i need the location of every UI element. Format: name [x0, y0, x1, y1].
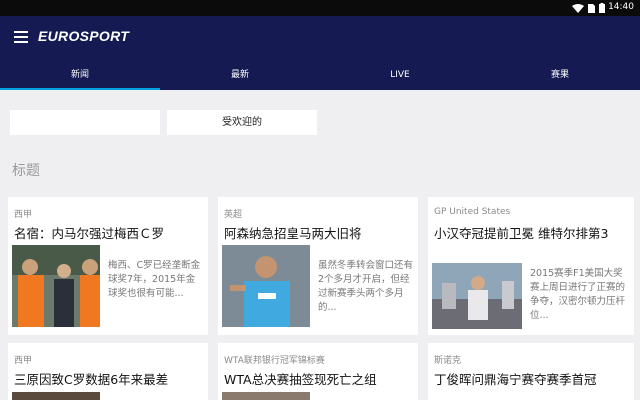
card-category: WTA联邦银行冠军锦标赛: [224, 356, 325, 366]
card-thumbnail[interactable]: [12, 392, 100, 400]
tab-latest[interactable]: 最新: [160, 68, 320, 90]
app-logo: EUROSPORT: [38, 28, 130, 44]
card-thumbnail[interactable]: [222, 392, 310, 400]
card-title[interactable]: 阿森纳急招皇马两大旧将: [224, 225, 412, 242]
card-title[interactable]: WTA总决赛抽签现死亡之组: [224, 371, 412, 388]
card-category: 西甲: [14, 356, 33, 366]
card-title[interactable]: 名宿：内马尔强过梅西Ｃ罗: [14, 225, 202, 242]
card-title[interactable]: 丁俊晖问鼎海宁赛夺赛季首冠: [434, 371, 622, 388]
card-category: GP United States: [434, 207, 511, 217]
news-card[interactable]: 英超 阿森纳急招皇马两大旧将 虽然冬季转会窗口还有2个多月才开启，但经过新赛季头…: [218, 197, 418, 335]
card-snippet: 虽然冬季转会窗口还有2个多月才开启，但经过新赛季头两个多月的...: [318, 260, 414, 313]
card-thumbnail[interactable]: [432, 263, 522, 329]
filter-select-1[interactable]: [10, 110, 160, 135]
card-category: 西甲: [14, 210, 33, 220]
card-snippet: 2015赛季F1美国大奖赛上周日进行了正赛的争夺，汉密尔顿力压杆位...: [530, 268, 626, 321]
tab-results[interactable]: 赛果: [480, 68, 640, 90]
tab-news[interactable]: 新闻: [0, 68, 160, 90]
card-title[interactable]: 三原因致C罗数据6年来最差: [14, 371, 202, 388]
card-category: 斯诺克: [434, 356, 462, 366]
news-card[interactable]: WTA联邦银行冠军锦标赛 WTA总决赛抽签现死亡之组: [218, 343, 418, 400]
section-title: 标题: [12, 163, 40, 179]
news-card[interactable]: 西甲 三原因致C罗数据6年来最差: [8, 343, 208, 400]
battery-icon: [599, 3, 605, 13]
status-bar: 14:40: [0, 0, 640, 16]
news-card[interactable]: 斯诺克 丁俊晖问鼎海宁赛夺赛季首冠: [428, 343, 634, 400]
clock: 14:40: [608, 2, 634, 12]
card-thumbnail[interactable]: [12, 245, 100, 327]
tab-bar: 新闻 最新 LIVE 赛果: [0, 68, 640, 90]
wifi-icon: [572, 4, 584, 13]
card-title[interactable]: 小汉夺冠提前卫冕 维特尔排第3: [434, 225, 622, 242]
news-card[interactable]: GP United States 小汉夺冠提前卫冕 维特尔排第3 2015赛季F…: [428, 197, 634, 335]
tab-live[interactable]: LIVE: [320, 68, 480, 90]
card-snippet: 梅西、C罗已经垄断金球奖7年，2015年金球奖也很有可能...: [108, 260, 201, 299]
filter-select-popular[interactable]: 受欢迎的: [167, 110, 317, 135]
card-thumbnail[interactable]: [222, 245, 310, 327]
filter-row: 受欢迎的: [10, 110, 324, 135]
card-category: 英超: [224, 210, 243, 220]
menu-icon[interactable]: [14, 31, 28, 43]
app-bar: EUROSPORT 新闻 最新 LIVE 赛果: [0, 16, 640, 90]
news-card[interactable]: 西甲 名宿：内马尔强过梅西Ｃ罗 梅西、C罗已经垄断金球奖7年，2015年金球奖也…: [8, 197, 208, 335]
sim-icon: [588, 4, 595, 13]
